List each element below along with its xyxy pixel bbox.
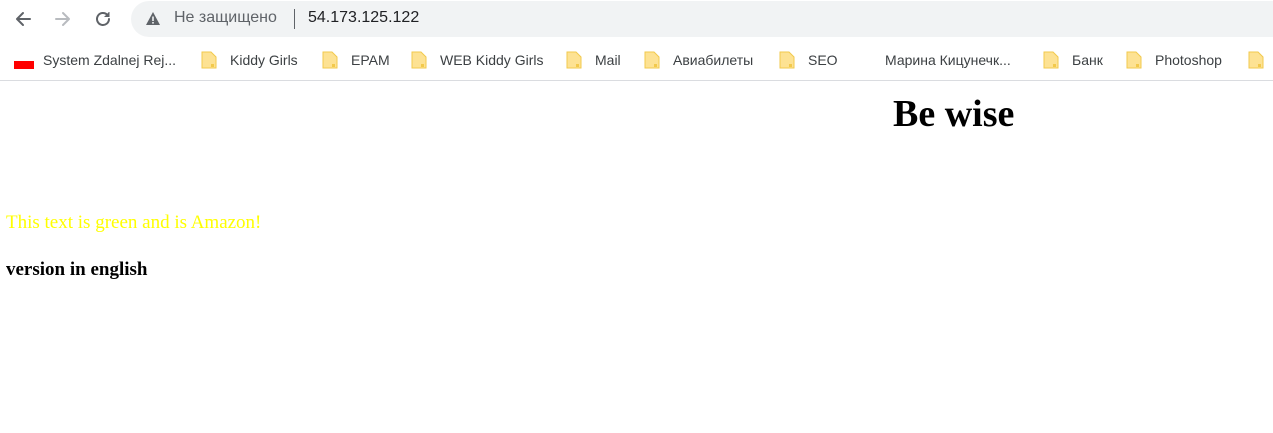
bookmark-label: Mail [595, 52, 621, 68]
folder-icon [779, 51, 795, 69]
reload-icon [96, 12, 110, 26]
bookmark-overflow-folder[interactable] [1248, 50, 1273, 70]
bookmark-label: EPAM [351, 52, 390, 68]
bookmark-seo[interactable]: SEO [779, 50, 838, 70]
folder-icon [411, 51, 427, 69]
arrow-right-icon [55, 12, 70, 26]
folder-icon [1248, 51, 1264, 69]
address-bar[interactable]: Не защищено 54.173.125.122 [131, 1, 1273, 37]
flag-icon [14, 57, 34, 69]
bookmark-epam[interactable]: EPAM [322, 50, 390, 70]
bookmark-label: Авиабилеты [673, 52, 754, 68]
bookmark-label: WEB Kiddy Girls [440, 52, 544, 68]
folder-icon [322, 51, 338, 69]
browser-toolbar: Не защищено 54.173.125.122 [0, 0, 1273, 38]
bookmark-label: System Zdalnej Rej... [43, 52, 177, 68]
forward-button[interactable] [48, 4, 78, 34]
bookmark-bank[interactable]: Банк [1043, 50, 1103, 70]
bookmark-label: SEO [808, 52, 838, 68]
bookmark-label: Марина Кицунечк... [885, 52, 1011, 68]
bookmark-aviabilety[interactable]: Авиабилеты [644, 50, 753, 70]
bookmark-web-kiddy-girls[interactable]: WEB Kiddy Girls [411, 50, 543, 70]
bookmark-photoshop[interactable]: Photoshop [1126, 50, 1222, 70]
bookmark-label: Photoshop [1155, 52, 1222, 68]
folder-icon [201, 51, 217, 69]
bookmark-mail[interactable]: Mail [566, 50, 621, 70]
page-title: Be wise [893, 93, 1015, 135]
bookmark-system-zdalnej[interactable]: System Zdalnej Rej... [14, 50, 176, 70]
version-text: version in english [6, 259, 148, 280]
back-button[interactable] [8, 4, 38, 34]
folder-icon [1126, 51, 1142, 69]
address-divider [294, 9, 295, 29]
bookmarks-bar: System Zdalnej Rej... Kiddy Girls EPAM W… [0, 38, 1273, 81]
bookmark-kiddy-girls[interactable]: Kiddy Girls [201, 50, 298, 70]
bookmark-label: Банк [1072, 52, 1103, 68]
folder-icon [566, 51, 582, 69]
arrow-left-icon [16, 12, 31, 26]
url-text[interactable]: 54.173.125.122 [308, 9, 419, 27]
bookmark-label: Kiddy Girls [230, 52, 298, 68]
reload-button[interactable] [88, 4, 118, 34]
folder-icon [644, 51, 660, 69]
warning-icon[interactable] [145, 11, 161, 26]
security-status-label[interactable]: Не защищено [174, 9, 277, 27]
bookmark-marina[interactable]: Марина Кицунечк... [885, 50, 1011, 70]
folder-icon [1043, 51, 1059, 69]
page-content: Be wise This text is green and is Amazon… [0, 82, 1273, 433]
colored-text: This text is green and is Amazon! [6, 212, 262, 233]
